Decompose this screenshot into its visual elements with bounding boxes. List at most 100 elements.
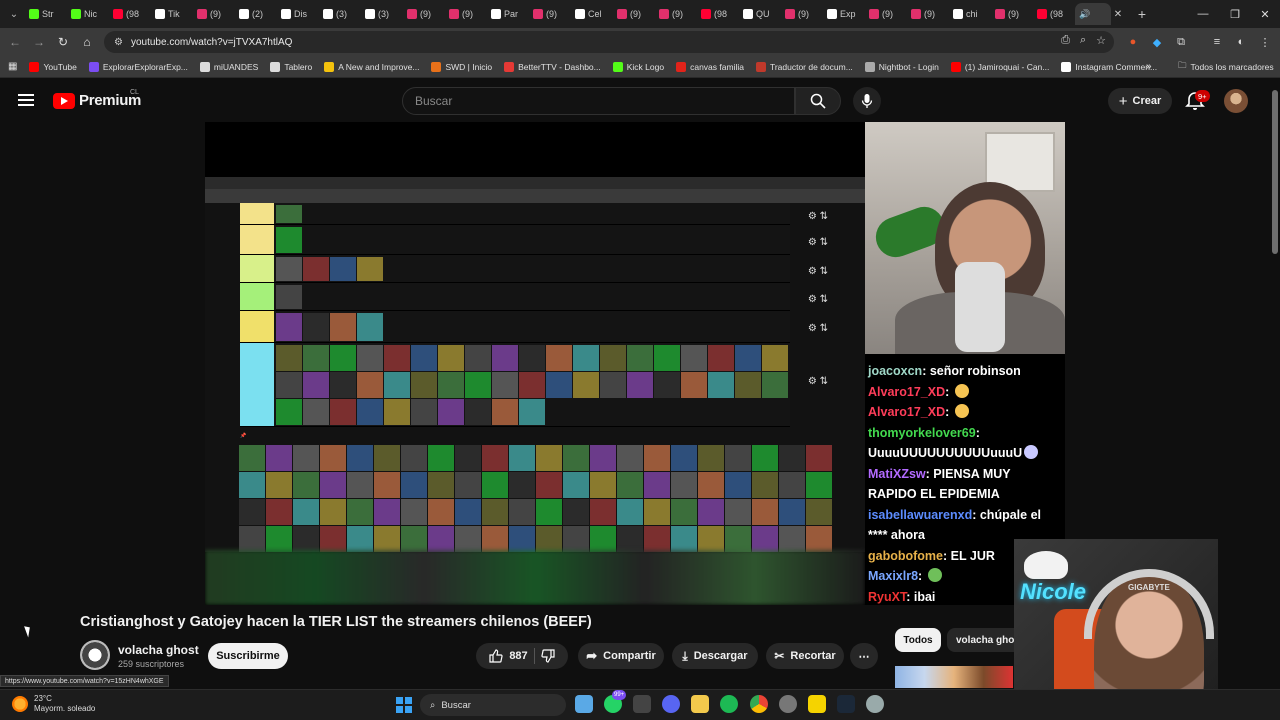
thumbs-down-icon[interactable] [541,649,555,663]
bookmark-item[interactable]: A New and Improve... [324,61,419,72]
settings-app-icon[interactable] [866,695,884,713]
clip-button[interactable]: ✂ Recortar [766,643,844,669]
apps-icon[interactable]: ▦ [8,61,17,72]
bookmark-item[interactable]: SWD | Inicio [431,61,492,72]
browser-tab[interactable]: (98 [1033,3,1075,25]
sticky-notes-icon[interactable] [808,695,826,713]
search-input[interactable]: Buscar [402,87,795,115]
discord-app-icon[interactable] [662,695,680,713]
browser-tab[interactable]: (98 [697,3,739,25]
browser-tab[interactable]: (9) [445,3,487,25]
browser-tab[interactable]: (9) [613,3,655,25]
tab-active[interactable]: 🔊 [1075,3,1111,25]
windows-start-icon[interactable] [396,697,412,713]
bookmark-item[interactable]: canvas familia [676,61,744,72]
browser-tab[interactable]: (9) [865,3,907,25]
notepad-app-icon[interactable] [575,695,593,713]
chrome-app-icon[interactable] [750,695,768,713]
browser-tab[interactable]: Exp [823,3,865,25]
tab-search-icon[interactable]: ⌄ [3,4,25,24]
browser-tab[interactable]: (3) [319,3,361,25]
subscribe-button[interactable]: Suscribirme [208,643,288,669]
obs-app-icon[interactable] [779,695,797,713]
xbox-app-icon[interactable] [633,695,651,713]
back-button[interactable]: ← [3,30,27,54]
extension-fox-icon[interactable]: ● [1124,33,1142,51]
taskbar-search[interactable]: ⌕ Buscar [420,694,566,716]
minimize-button[interactable]: — [1186,0,1220,28]
bookmark-item[interactable]: Tablero [270,61,312,72]
download-button[interactable]: ⤓ Descargar [672,643,758,669]
profile-icon[interactable]: ◐ [1232,33,1250,51]
new-tab-button[interactable]: + [1131,6,1153,22]
search-button[interactable] [795,87,841,115]
bookmark-item[interactable]: YouTube [29,61,77,72]
browser-tab[interactable]: (9) [781,3,823,25]
more-bookmarks-icon[interactable]: » [1146,61,1152,72]
browser-menu-icon[interactable]: ⋮ [1256,33,1274,51]
channel-name[interactable]: volacha ghost [118,643,199,657]
account-avatar[interactable] [1224,89,1248,113]
youtube-logo[interactable]: Premium [53,92,141,109]
browser-tab[interactable]: QU [739,3,781,25]
spotify-app-icon[interactable] [720,695,738,713]
tab-favicon-icon [113,9,123,19]
tier-label [240,203,274,224]
browser-tab[interactable]: Par [487,3,529,25]
browser-tab[interactable]: Nic [67,3,109,25]
tab-close-icon[interactable]: ✕ [1111,9,1125,20]
site-info-icon[interactable]: ⚙ [114,37,123,48]
bookmark-item[interactable]: BetterTTV - Dashbo... [504,61,601,72]
browser-tab[interactable]: Cel [571,3,613,25]
install-icon[interactable]: ⎙ [1061,34,1070,47]
page-scrollbar[interactable] [1272,90,1278,254]
bookmark-item[interactable]: ExplorarExplorarExp... [88,61,188,72]
extension-translate-icon[interactable]: ◆ [1148,33,1166,51]
browser-tab[interactable]: (3) [361,3,403,25]
browser-tab[interactable]: (9) [655,3,697,25]
bookmark-item[interactable]: Nightbot - Login [864,61,939,72]
browser-tab[interactable]: (2) [235,3,277,25]
reload-button[interactable]: ↻ [51,30,75,54]
browser-tab[interactable]: Str [25,3,67,25]
zoom-icon[interactable]: ⌕ [1080,34,1086,47]
maximize-button[interactable]: ❐ [1218,0,1252,28]
browser-tab[interactable]: Dis [277,3,319,25]
like-button[interactable]: 887 [489,649,528,663]
browser-tab[interactable]: (9) [193,3,235,25]
bookmark-item[interactable]: miUANDES [199,61,258,72]
browser-tab[interactable]: (9) [403,3,445,25]
file-explorer-icon[interactable] [691,695,709,713]
browser-tab[interactable]: (9) [529,3,571,25]
address-bar[interactable]: ⚙ youtube.com/watch?v=jTVXA7htlAQ ⎙ ⌕ ☆ [104,31,1114,53]
steam-app-icon[interactable] [837,695,855,713]
browser-tab[interactable]: Tik [151,3,193,25]
all-bookmarks-folder[interactable]: 🗀 Todos los marcadores [1178,60,1274,74]
bookmark-item[interactable]: Instagram Commen... [1061,61,1157,72]
menu-icon[interactable] [18,94,34,106]
voice-search-button[interactable] [853,87,881,115]
bookmark-item[interactable]: Traductor de docum... [755,61,853,72]
browser-tab[interactable]: (9) [991,3,1033,25]
bookmark-star-icon[interactable]: ☆ [1096,34,1106,47]
browser-tab[interactable]: chi [949,3,991,25]
weather-widget[interactable]: 23°C Mayorm. soleado [12,694,95,714]
browser-tab[interactable]: (98 [109,3,151,25]
extensions-icon[interactable]: ⧉ [1172,33,1190,51]
share-button[interactable]: ➦ Compartir [578,643,664,669]
forward-button[interactable]: → [27,30,51,54]
more-actions-button[interactable]: ⋯ [850,643,878,669]
create-button[interactable]: + Crear [1108,88,1172,114]
browser-tab[interactable]: (9) [907,3,949,25]
channel-avatar[interactable] [80,640,110,670]
home-button[interactable]: ⌂ [75,30,99,54]
tier-label [240,343,274,426]
close-window-button[interactable]: ✕ [1248,0,1280,28]
video-player[interactable]: ⚙ ⇅ ⚙ ⇅ ⚙ ⇅ ⚙ ⇅ ⚙ ⇅ ⚙ ⇅ 📌 joacoxcn: señor rob… [205,122,1065,605]
bookmark-item[interactable]: Kick Logo [612,61,664,72]
chip-channel[interactable]: volacha ghost [947,628,1014,652]
media-controls-icon[interactable]: ≡ [1208,33,1226,51]
chip-all[interactable]: Todos [895,628,941,652]
recommended-video-thumbnail[interactable] [895,666,1013,688]
bookmark-item[interactable]: (1) Jamiroquai - Can... [950,61,1049,72]
